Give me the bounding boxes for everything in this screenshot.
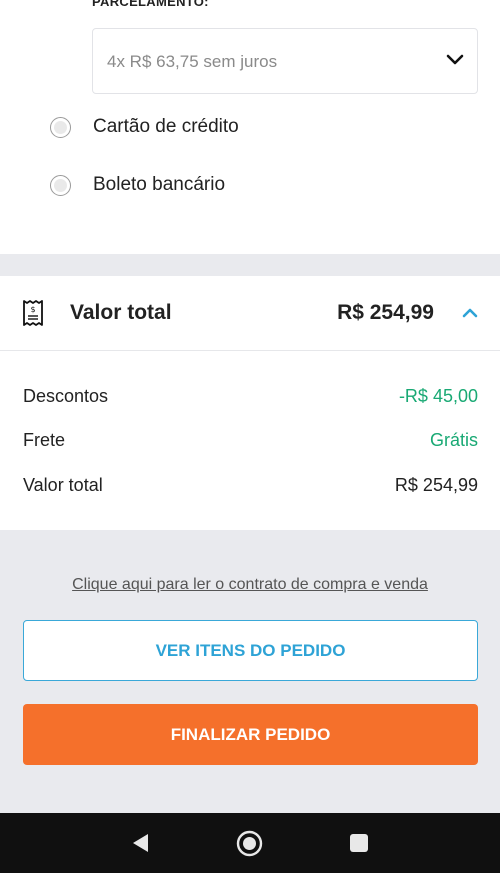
summary-amount: R$ 254,99	[337, 301, 434, 324]
payment-section: PARCELAMENTO: 4x R$ 63,75 sem juros Cart…	[0, 0, 500, 254]
installment-label: PARCELAMENTO:	[92, 0, 209, 9]
radio-button[interactable]	[50, 174, 71, 196]
radio-button[interactable]	[50, 116, 71, 138]
finalize-order-button[interactable]: FINALIZAR PEDIDO	[23, 704, 478, 765]
payment-option-credit-card[interactable]: Cartão de crédito	[50, 114, 239, 140]
view-order-items-button[interactable]: VER ITENS DO PEDIDO	[23, 620, 478, 681]
svg-text:$: $	[30, 305, 35, 314]
summary-header[interactable]: $ Valor total R$ 254,99	[0, 276, 500, 351]
installment-select-value: 4x R$ 63,75 sem juros	[107, 52, 278, 71]
receipt-icon: $	[23, 300, 43, 326]
summary-title: Valor total	[70, 301, 172, 324]
summary-row-discounts: Descontos -R$ 45,00	[23, 386, 478, 410]
payment-option-label: Cartão de crédito	[93, 116, 239, 137]
system-nav-bar	[0, 813, 500, 873]
summary-row-value: R$ 254,99	[394, 475, 478, 495]
summary-row-value: -R$ 45,00	[398, 386, 478, 406]
summary-row-total: Valor total R$ 254,99	[23, 475, 478, 499]
summary-row-label: Descontos	[23, 386, 109, 406]
summary-row-shipping: Frete Grátis	[23, 430, 478, 454]
payment-option-label: Boleto bancário	[93, 174, 226, 195]
contract-link[interactable]: Clique aqui para ler o contrato de compr…	[0, 576, 500, 594]
recent-square-icon[interactable]	[350, 834, 368, 852]
summary-row-label: Valor total	[23, 475, 103, 495]
summary-row-value: Grátis	[429, 430, 478, 450]
chevron-down-icon	[446, 54, 464, 65]
chevron-up-icon[interactable]	[462, 307, 478, 318]
summary-row-label: Frete	[23, 430, 66, 450]
back-triangle-icon[interactable]	[131, 832, 149, 854]
installment-select[interactable]: 4x R$ 63,75 sem juros	[92, 28, 478, 94]
payment-option-boleto[interactable]: Boleto bancário	[50, 172, 225, 198]
order-summary: $ Valor total R$ 254,99 Descontos -R$ 45…	[0, 276, 500, 530]
home-circle-icon[interactable]	[236, 830, 263, 857]
